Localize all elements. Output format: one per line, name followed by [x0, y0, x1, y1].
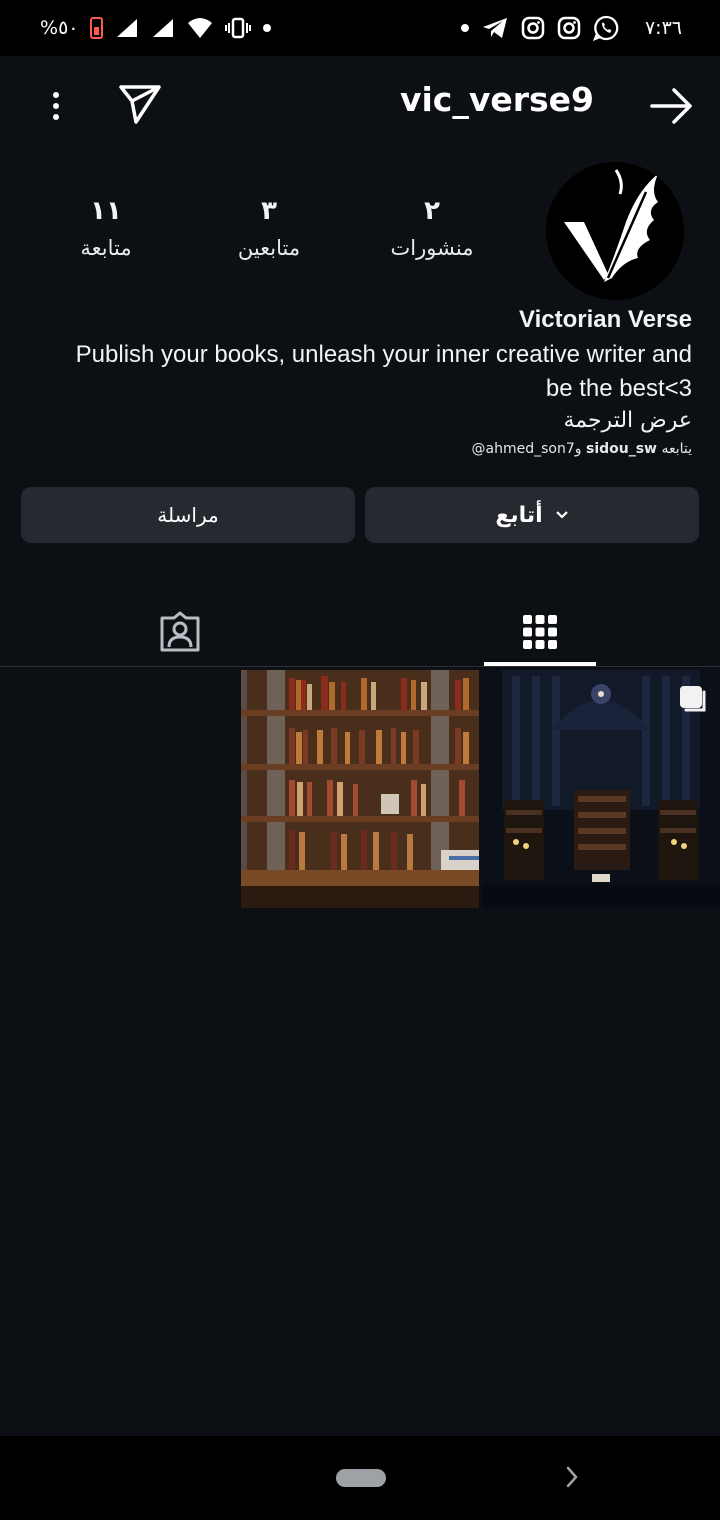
followed-by-prefix: يتابعه [661, 441, 692, 457]
tab-posts-grid[interactable] [480, 602, 600, 662]
following-button-label: أتابع [495, 502, 543, 528]
followed-by-text[interactable]: @ahmed_son7و sidou_sw يتابعه [32, 441, 692, 457]
profile-bio: Victorian Verse Publish your books, unle… [32, 306, 692, 457]
profile-tabs [0, 590, 720, 667]
see-translation-link[interactable]: عرض الترجمة [32, 408, 692, 433]
status-left-group: %٥٠ [40, 17, 272, 39]
followers-stat[interactable]: ٣ متابعين [199, 196, 339, 260]
instagram-icon [521, 16, 545, 40]
profile-username: vic_verse9 [399, 80, 594, 119]
bio-line: be the best<3 [545, 375, 692, 402]
chevron-down-icon [555, 511, 568, 519]
instagram-icon [557, 16, 581, 40]
back-arrow-icon[interactable] [650, 86, 694, 126]
status-bar: %٥٠ ٧:٣٦ [0, 0, 720, 56]
more-options-icon[interactable] [40, 86, 72, 126]
home-gesture-pill[interactable] [336, 1469, 386, 1487]
signal-icon [153, 19, 174, 37]
feather-logo-icon [546, 162, 684, 300]
status-right-group: ٧:٣٦ [460, 15, 682, 41]
followers-label: متابعين [237, 236, 301, 260]
system-navigation-bar [0, 1436, 720, 1520]
battery-percent: %٥٠ [40, 17, 79, 39]
notification-dot [460, 24, 469, 32]
following-label: متابعة [80, 236, 132, 260]
following-button[interactable]: أتابع [365, 487, 699, 543]
followed-by-user2[interactable]: @ahmed_son7 [472, 441, 575, 457]
signal-icon [117, 19, 138, 37]
vibrate-icon [225, 17, 252, 39]
notification-dot [263, 24, 272, 32]
whatsapp-icon [592, 15, 619, 41]
posts-stat[interactable]: ٢ منشورات [362, 196, 502, 260]
tagged-person-icon [160, 611, 200, 652]
posts-label: منشورات [390, 236, 474, 260]
bio-line: Publish your books, unleash your inner c… [75, 341, 692, 368]
multiple-posts-icon [680, 686, 706, 712]
telegram-icon [482, 18, 507, 38]
tab-tagged[interactable] [120, 602, 240, 662]
post-thumbnail-dark-library[interactable] [482, 670, 720, 908]
wifi-icon [188, 18, 213, 38]
active-tab-indicator [484, 662, 596, 666]
bookshelf-image [241, 670, 479, 908]
message-button[interactable]: مراسلة [21, 487, 355, 543]
followers-count: ٣ [261, 196, 277, 226]
profile-header: vic_verse9 [0, 56, 720, 154]
avatar[interactable] [546, 162, 684, 300]
following-stat[interactable]: ١١ متابعة [36, 196, 176, 260]
bio-text: Publish your books, unleash your inner c… [32, 338, 692, 406]
battery-icon [90, 17, 104, 39]
post-thumbnail-bookshelf[interactable] [241, 670, 479, 908]
display-name: Victorian Verse [519, 306, 692, 333]
grid-icon [523, 615, 557, 649]
send-icon[interactable] [116, 82, 164, 126]
followed-by-and: و [574, 441, 582, 457]
status-time: ٧:٣٦ [644, 17, 682, 39]
posts-count: ٢ [424, 196, 440, 226]
following-count: ١١ [90, 196, 122, 226]
message-button-label: مراسلة [157, 503, 219, 527]
chevron-right-icon[interactable] [562, 1464, 582, 1490]
followed-by-user1[interactable]: sidou_sw [586, 441, 657, 457]
